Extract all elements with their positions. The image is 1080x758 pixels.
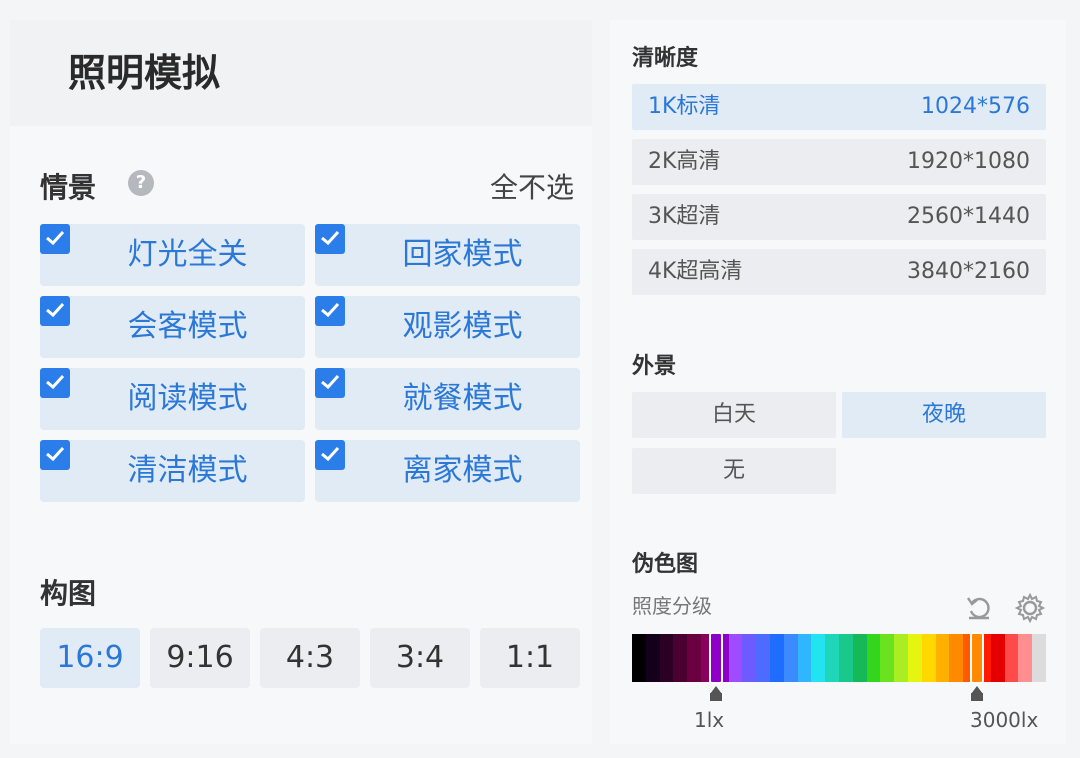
gear-icon[interactable] xyxy=(1014,592,1046,628)
ratio-option-9-16[interactable]: 9:16 xyxy=(150,628,250,688)
color-swatch xyxy=(921,634,936,682)
scene-section-label: 情景 xyxy=(40,171,97,204)
reset-icon[interactable] xyxy=(964,592,994,626)
resolution-size: 2560*1440 xyxy=(907,204,1030,229)
scene-item-label: 会客模式 xyxy=(127,309,248,344)
resolution-option-2k[interactable]: 2K高清 1920*1080 xyxy=(632,139,1046,185)
range-min-label: 1lx xyxy=(694,708,725,732)
checkbox-checked-icon[interactable] xyxy=(40,440,70,470)
min-threshold-handle[interactable] xyxy=(709,632,723,684)
lighting-simulation-panel: 照明模拟 情景 ? 全不选 灯光全关 回家模式 会客模式 观影模式 阅读模式 就… xyxy=(10,20,592,744)
color-swatch xyxy=(797,634,812,682)
checkbox-checked-icon[interactable] xyxy=(315,296,345,326)
scene-item[interactable]: 阅读模式 xyxy=(40,368,305,430)
checkbox-checked-icon[interactable] xyxy=(315,440,345,470)
resolution-section-label: 清晰度 xyxy=(632,46,699,71)
checkbox-checked-icon[interactable] xyxy=(315,368,345,398)
background-option-night[interactable]: 夜晚 xyxy=(842,392,1046,438)
scene-item-label: 就餐模式 xyxy=(402,381,523,416)
scene-item-label: 灯光全关 xyxy=(127,237,248,272)
panel-header: 照明模拟 xyxy=(10,20,592,126)
checkbox-checked-icon[interactable] xyxy=(40,368,70,398)
ratio-option-4-3[interactable]: 4:3 xyxy=(260,628,360,688)
checkbox-checked-icon[interactable] xyxy=(315,224,345,254)
scene-item-label: 离家模式 xyxy=(402,453,523,488)
deselect-all-button[interactable]: 全不选 xyxy=(490,166,574,206)
scene-item-label: 观影模式 xyxy=(402,309,523,344)
resolution-size: 3840*2160 xyxy=(907,259,1030,284)
color-swatch xyxy=(825,634,839,682)
color-swatch xyxy=(949,634,964,682)
color-swatch xyxy=(838,634,853,682)
false-color-section-label: 伪色图 xyxy=(632,552,699,577)
ratio-option-3-4[interactable]: 3:4 xyxy=(370,628,470,688)
color-swatch xyxy=(811,634,826,682)
page-title: 照明模拟 xyxy=(68,51,221,95)
color-swatch xyxy=(866,634,881,682)
resolution-name: 3K超清 xyxy=(648,204,721,229)
resolution-name: 1K标清 xyxy=(648,94,721,119)
background-option-day[interactable]: 白天 xyxy=(632,392,836,438)
scene-item-label: 清洁模式 xyxy=(127,453,248,488)
ratio-option-16-9[interactable]: 16:9 xyxy=(40,628,140,688)
max-marker-stem xyxy=(971,693,983,701)
color-swatch xyxy=(1018,634,1033,682)
resolution-size: 1024*576 xyxy=(921,94,1030,119)
scene-item-label: 回家模式 xyxy=(402,237,523,272)
color-swatch xyxy=(852,634,867,682)
color-swatch xyxy=(1032,634,1046,682)
render-settings-panel: 清晰度 1K标清 1024*576 2K高清 1920*1080 3K超清 25… xyxy=(610,20,1066,744)
illuminance-levels-label: 照度分级 xyxy=(632,594,712,618)
resolution-option-3k[interactable]: 3K超清 2560*1440 xyxy=(632,194,1046,240)
resolution-option-4k[interactable]: 4K超高清 3840*2160 xyxy=(632,249,1046,295)
checkbox-checked-icon[interactable] xyxy=(40,224,70,254)
scene-item[interactable]: 回家模式 xyxy=(315,224,580,286)
color-swatch xyxy=(990,634,1005,682)
color-swatch xyxy=(687,634,701,682)
color-swatch xyxy=(783,634,798,682)
color-swatch xyxy=(756,634,770,682)
ratio-option-1-1[interactable]: 1:1 xyxy=(480,628,580,688)
scene-item[interactable]: 就餐模式 xyxy=(315,368,580,430)
background-section-label: 外景 xyxy=(632,354,677,379)
resolution-name: 2K高清 xyxy=(648,149,721,174)
color-swatch xyxy=(935,634,950,682)
color-swatch xyxy=(728,634,743,682)
scene-item-label: 阅读模式 xyxy=(127,381,248,416)
resolution-size: 1920*1080 xyxy=(907,149,1030,174)
color-swatch xyxy=(645,634,660,682)
scene-item[interactable]: 灯光全关 xyxy=(40,224,305,286)
composition-section-label: 构图 xyxy=(40,577,97,610)
color-swatch xyxy=(742,634,757,682)
scene-item[interactable]: 清洁模式 xyxy=(40,440,305,502)
color-swatch xyxy=(769,634,784,682)
background-option-none[interactable]: 无 xyxy=(632,448,836,494)
color-swatch xyxy=(659,634,674,682)
min-marker-stem xyxy=(710,693,722,701)
color-swatch xyxy=(907,634,922,682)
color-swatch xyxy=(894,634,908,682)
resolution-option-1k[interactable]: 1K标清 1024*576 xyxy=(632,84,1046,130)
range-max-label: 3000lx xyxy=(970,708,1039,732)
scene-item[interactable]: 离家模式 xyxy=(315,440,580,502)
color-swatch xyxy=(1004,634,1019,682)
color-swatch xyxy=(632,634,646,682)
question-circle-icon[interactable]: ? xyxy=(128,170,154,196)
checkbox-checked-icon[interactable] xyxy=(40,296,70,326)
scene-item[interactable]: 观影模式 xyxy=(315,296,580,358)
color-swatch xyxy=(880,634,895,682)
resolution-name: 4K超高清 xyxy=(648,259,743,284)
scene-item[interactable]: 会客模式 xyxy=(40,296,305,358)
color-swatch xyxy=(673,634,688,682)
max-threshold-handle[interactable] xyxy=(970,632,984,684)
